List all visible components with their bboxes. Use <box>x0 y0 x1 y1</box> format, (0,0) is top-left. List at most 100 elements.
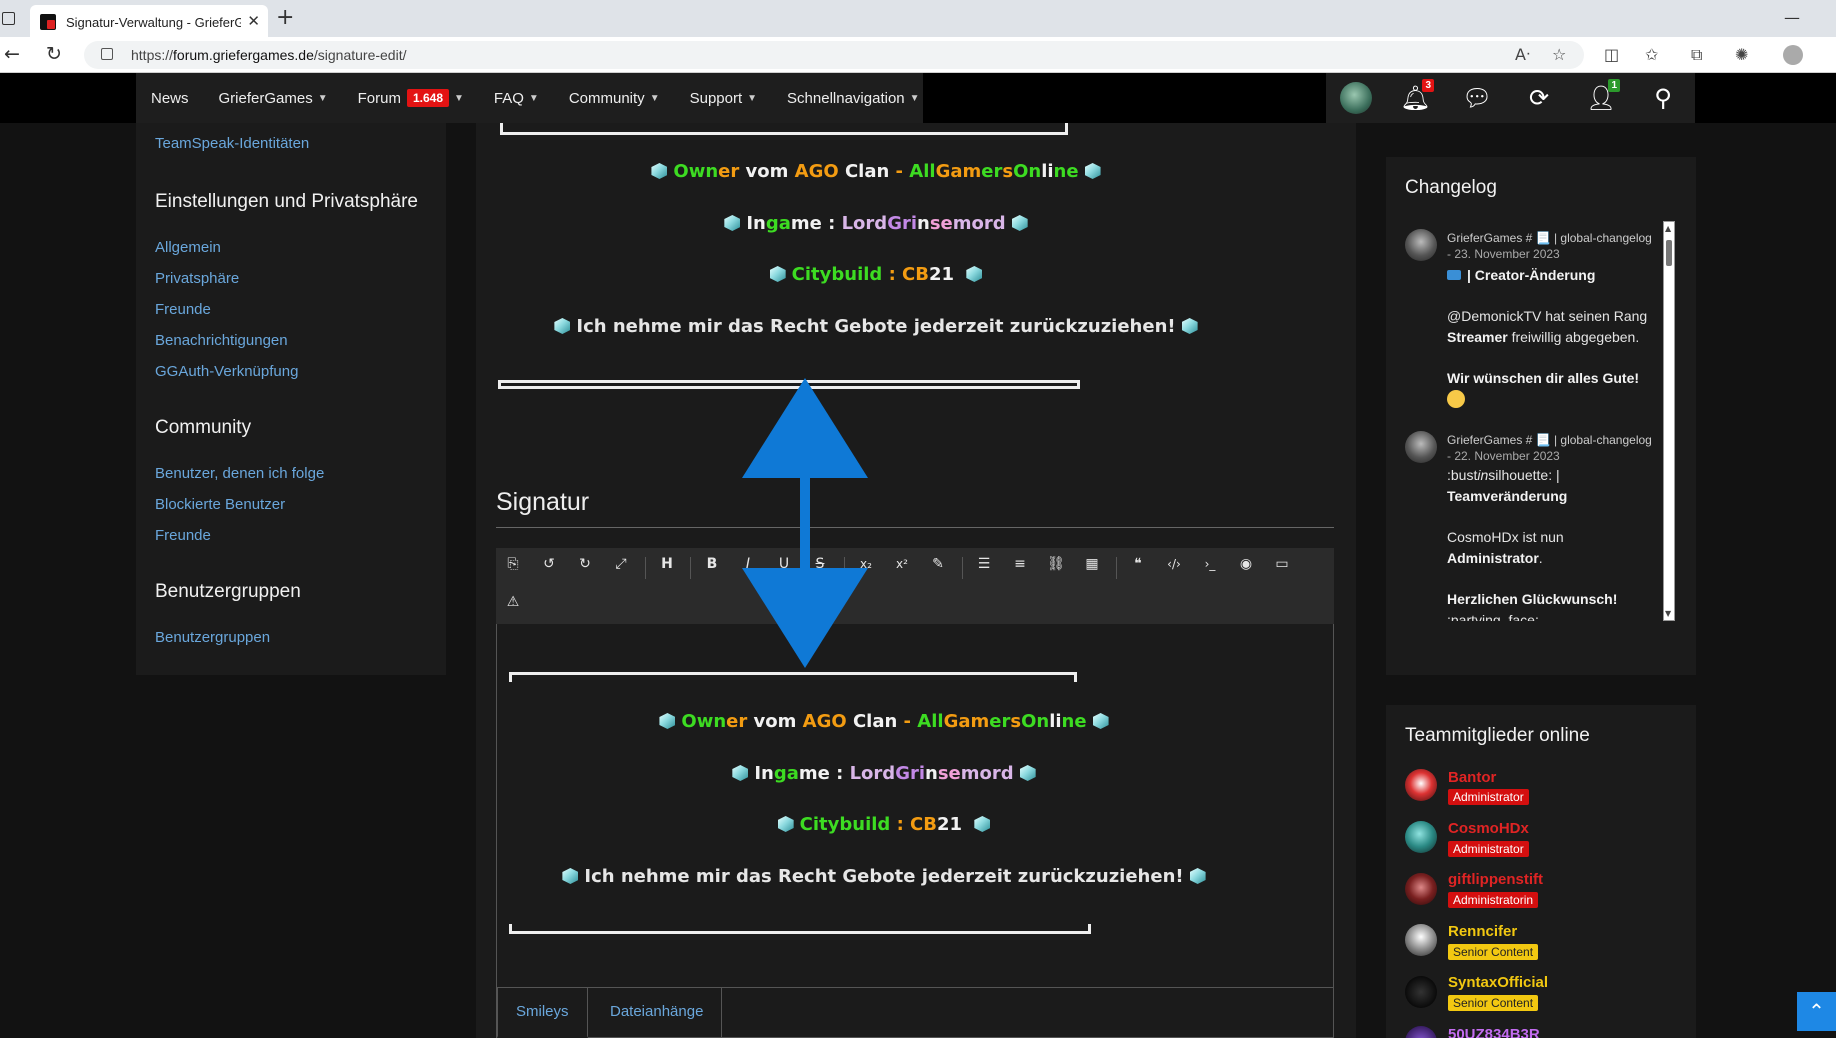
editor-frame-corner <box>1074 672 1077 682</box>
media-icon[interactable]: ▭ <box>1267 550 1297 578</box>
reload-icon[interactable]: ↻ <box>46 43 62 65</box>
list-icon[interactable]: ☰ <box>969 550 999 578</box>
extensions-icon[interactable]: ✺ <box>1735 45 1748 64</box>
nav-faq[interactable]: FAQ ▼ <box>494 90 539 107</box>
align-icon[interactable]: ≡ <box>1005 550 1035 578</box>
changelog-title: Changelog <box>1405 177 1497 198</box>
lock-icon[interactable] <box>101 48 113 60</box>
sidebar-link-ggauth[interactable]: GGAuth-Verknüpfung <box>155 363 298 380</box>
user-avatar[interactable] <box>1340 82 1372 114</box>
tv-icon <box>1447 270 1461 280</box>
signature-editor[interactable]: Owner vom AGO Clan - AllGamersOnline Ing… <box>496 624 1334 1038</box>
split-screen-icon[interactable]: ◫ <box>1604 45 1619 64</box>
redo-icon[interactable]: ↻ <box>570 550 600 578</box>
sidebar-link-friends[interactable]: Freunde <box>155 527 211 544</box>
sidebar-link-privatsphaere[interactable]: Privatsphäre <box>155 270 239 287</box>
changelog-scroll-area[interactable]: GrieferGames # 📃 | global-changelog - 23… <box>1405 221 1679 621</box>
gem-icon <box>651 163 668 179</box>
sidebar-link-usergroups[interactable]: Benutzergruppen <box>155 629 270 646</box>
avatar[interactable] <box>1405 769 1437 801</box>
changelog-entry-meta[interactable]: GrieferGames # 📃 | global-changelog <box>1447 231 1652 245</box>
sidebar-link-blocked[interactable]: Blockierte Benutzer <box>155 496 285 513</box>
heading-icon[interactable]: H <box>652 550 682 578</box>
team-member-name[interactable]: Renncifer <box>1448 923 1517 940</box>
tab-dateianhaenge[interactable]: Dateianhänge <box>592 988 723 1038</box>
signature-divider <box>496 527 1334 528</box>
favorite-icon[interactable]: ☆ <box>1552 45 1566 64</box>
sidebar-link-freunde[interactable]: Freunde <box>155 301 211 318</box>
left-sidebar: TeamSpeak-Identitäten Einstellungen und … <box>136 123 446 675</box>
conversations-icon[interactable]: 💬︎ <box>1462 83 1492 113</box>
table-icon[interactable]: ▦ <box>1077 550 1107 578</box>
nav-forum[interactable]: Forum 1.648 ▼ <box>358 89 464 107</box>
new-tab-button[interactable]: + <box>276 5 294 30</box>
window-menu-icon[interactable] <box>2 12 15 25</box>
nav-news[interactable]: News <box>151 90 189 107</box>
sidebar-link-following[interactable]: Benutzer, denen ich folge <box>155 465 324 482</box>
gem-icon <box>554 318 571 334</box>
changelog-entry-congrats: Herzlichen Glückwunsch!:partying_face: <box>1447 591 1618 621</box>
nav-support[interactable]: Support ▼ <box>690 90 757 107</box>
nav-schnellnavigation[interactable]: Schnellnavigation ▼ <box>787 90 920 107</box>
favorites-icon[interactable]: ✩ <box>1645 45 1658 64</box>
sidebar-link-allgemein[interactable]: Allgemein <box>155 239 221 256</box>
avatar[interactable] <box>1405 1026 1437 1038</box>
back-icon[interactable]: ← <box>4 43 20 65</box>
collections-icon[interactable]: ⧉ <box>1691 45 1702 65</box>
read-aloud-icon[interactable]: Aᐧ <box>1515 45 1530 64</box>
notifications-icon[interactable]: 🔔︎ 3 <box>1400 79 1434 113</box>
code-icon[interactable]: ›_ <box>1195 550 1225 578</box>
rank-badge: Senior Content <box>1448 995 1539 1011</box>
changelog-entry-meta[interactable]: GrieferGames # 📃 | global-changelog <box>1447 433 1652 447</box>
source-icon[interactable]: ⎘ <box>498 550 528 578</box>
nav-community[interactable]: Community ▼ <box>569 90 660 107</box>
browser-tab[interactable]: Signatur-Verwaltung - GrieferGa ✕ <box>30 5 268 37</box>
nav-griefergames[interactable]: GrieferGames ▼ <box>219 90 328 107</box>
tab-smileys[interactable]: Smileys <box>497 988 588 1038</box>
profile-icon[interactable] <box>1783 45 1803 65</box>
team-member-name[interactable]: CosmoHDx <box>1448 820 1529 837</box>
chevron-down-icon: ▼ <box>747 92 758 104</box>
site-header: News GrieferGames ▼ Forum 1.648 ▼ FAQ ▼ Comm… <box>0 73 1836 123</box>
team-member-name[interactable]: SyntaxOfficial <box>1448 974 1548 991</box>
quote-icon[interactable]: ❝ <box>1123 550 1153 578</box>
scroll-up-icon[interactable]: ▲ <box>1665 224 1671 233</box>
changelog-scrollbar[interactable]: ▲ ▼ <box>1663 221 1675 621</box>
fullscreen-icon[interactable]: ⤢ <box>606 550 636 578</box>
tab-close-icon[interactable]: ✕ <box>247 12 260 30</box>
scroll-to-top-button[interactable]: ⌃ <box>1797 992 1836 1031</box>
url-text[interactable]: https://forum.griefergames.de/signature-… <box>131 47 406 63</box>
team-member-name[interactable]: giftlippenstift <box>1448 871 1543 888</box>
undo-icon[interactable]: ↺ <box>534 550 564 578</box>
user-icon[interactable]: 👤︎ 1 <box>1586 79 1620 113</box>
avatar[interactable] <box>1405 873 1437 905</box>
preview-line-citybuild: Citybuild : CB21 <box>476 264 1356 285</box>
avatar[interactable] <box>1405 924 1437 956</box>
color-icon[interactable]: ✎ <box>923 550 953 578</box>
link-icon[interactable]: ⛓ <box>1041 550 1071 578</box>
avatar[interactable] <box>1405 821 1437 853</box>
superscript-icon[interactable]: x² <box>887 550 917 578</box>
avatar[interactable] <box>1405 976 1437 1008</box>
site-favicon-icon <box>40 14 56 30</box>
refresh-icon[interactable]: ⟳ <box>1524 83 1554 113</box>
arrow-head-up <box>742 378 868 478</box>
sidebar-link-teamspeak[interactable]: TeamSpeak-Identitäten <box>155 135 309 152</box>
inline-code-icon[interactable]: ‹/› <box>1159 550 1189 578</box>
editor-frame-corner <box>1088 924 1091 934</box>
warning-icon[interactable]: ⚠ <box>498 588 528 616</box>
scroll-down-icon[interactable]: ▼ <box>1665 609 1671 618</box>
bold-icon[interactable]: B <box>697 550 727 578</box>
sidebar-link-benachrichtigungen[interactable]: Benachrichtigungen <box>155 332 288 349</box>
search-icon[interactable]: ⚲ <box>1648 83 1678 113</box>
minimize-button[interactable]: — <box>1784 8 1800 27</box>
editor-line-ingame: Ingame : LordGrinsemord <box>497 763 1333 784</box>
team-member-name[interactable]: Bantor <box>1448 769 1496 786</box>
scrollbar-thumb[interactable] <box>1666 240 1672 266</box>
gem-icon <box>777 816 794 832</box>
spoiler-icon[interactable]: ◉ <box>1231 550 1261 578</box>
smile-emoji-icon <box>1447 390 1465 408</box>
rank-badge: Administrator <box>1448 841 1529 857</box>
gem-icon <box>966 266 983 282</box>
team-member-name[interactable]: 50UZ834B3R <box>1448 1026 1540 1038</box>
